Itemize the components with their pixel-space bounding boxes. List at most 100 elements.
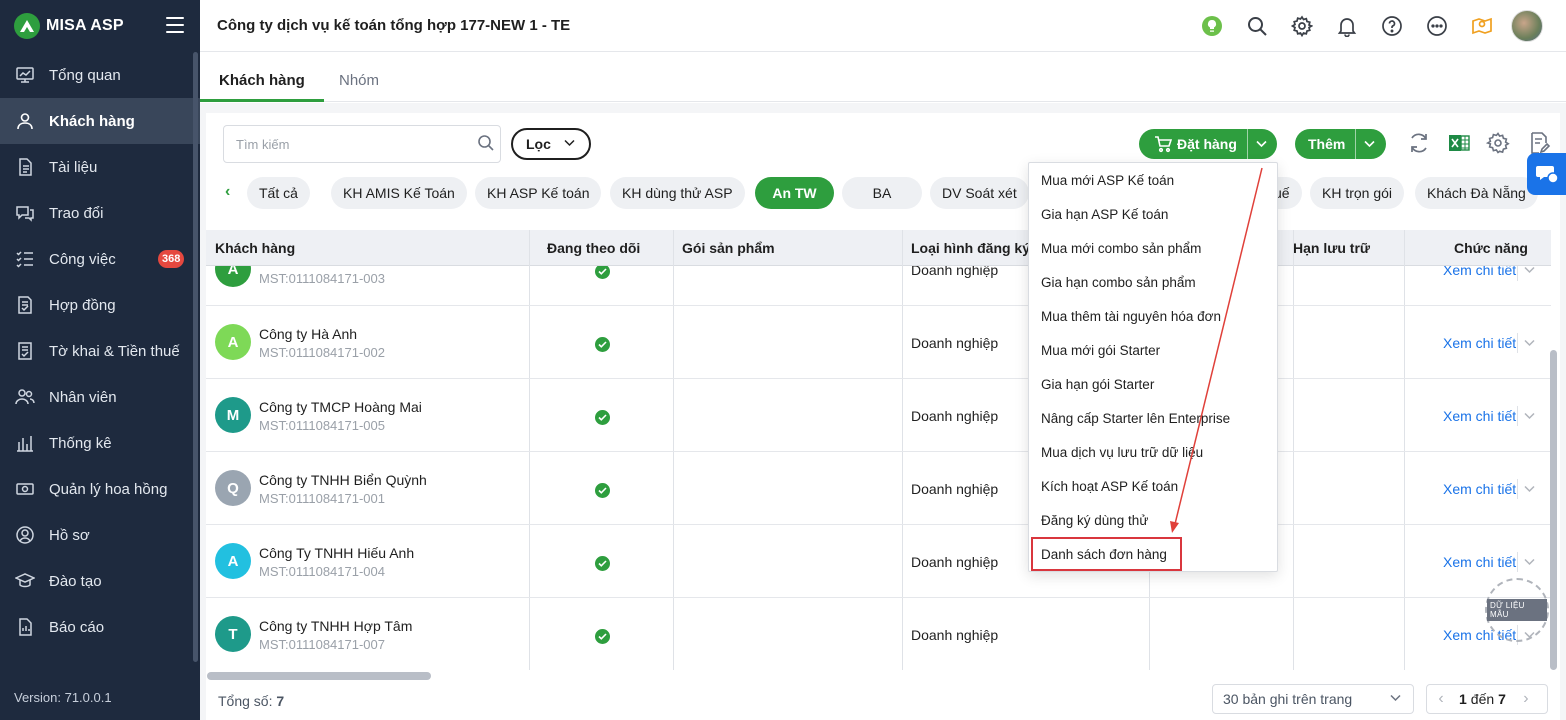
menu-toggle-icon[interactable]: [166, 17, 184, 33]
sidebar-item-nhan-vien[interactable]: Nhân viên: [0, 374, 200, 420]
table-row[interactable]: A Công ty Hà Anh MST:0111084171-002 Doan…: [206, 306, 1551, 379]
column-settings-gear-icon[interactable]: [1486, 131, 1510, 155]
chevron-down-icon[interactable]: [1524, 558, 1535, 566]
dashboard-icon: [14, 64, 36, 86]
add-button[interactable]: Thêm: [1295, 129, 1386, 159]
total-count: Tổng số: 7: [218, 693, 284, 709]
chip-kh-amis[interactable]: KH AMIS Kế Toán: [331, 177, 467, 209]
registration-type: Doanh nghiệp: [911, 554, 999, 570]
chip-dv-soat-xet[interactable]: DV Soát xét: [930, 177, 1029, 209]
menu-item-nang-cap-starter[interactable]: Nâng cấp Starter lên Enterprise: [1041, 411, 1230, 426]
menu-item-mua-moi-asp[interactable]: Mua mới ASP Kế toán: [1041, 173, 1174, 188]
vertical-scrollbar[interactable]: [1550, 350, 1557, 670]
sidebar-item-label: Nhân viên: [49, 388, 117, 406]
menu-item-mua-moi-combo[interactable]: Mua mới combo sản phẩm: [1041, 241, 1201, 256]
view-detail-link[interactable]: Xem chi tiết: [1443, 266, 1516, 278]
tax-form-icon: [14, 340, 36, 362]
table-row[interactable]: A MST:0111084171-003 Doanh nghiệp Xem ch…: [206, 266, 1551, 306]
column-header-dang-theo-doi[interactable]: Đang theo dõi: [547, 230, 640, 266]
column-header-goi-san-pham[interactable]: Gói sản phẩm: [682, 230, 775, 266]
settings-gear-icon[interactable]: [1285, 10, 1319, 42]
app-name: MISA ASP: [46, 17, 124, 34]
next-page-icon[interactable]: ›: [1512, 690, 1540, 708]
task-count-badge: 368: [158, 250, 185, 268]
filter-label: Lọc: [526, 136, 551, 152]
horizontal-scrollbar[interactable]: [207, 672, 431, 680]
sidebar-scrollbar[interactable]: [193, 52, 198, 662]
refresh-icon[interactable]: [1407, 131, 1431, 155]
chip-kh-asp[interactable]: KH ASP Kế toán: [475, 177, 602, 209]
view-detail-link[interactable]: Xem chi tiết: [1443, 481, 1516, 497]
customer-avatar: A: [215, 543, 251, 579]
order-dropdown-chevron-icon[interactable]: [1256, 140, 1267, 148]
registration-type: Doanh nghiệp: [911, 266, 999, 278]
chevron-down-icon[interactable]: [1524, 412, 1535, 420]
menu-item-gia-han-combo[interactable]: Gia hạn combo sản phẩm: [1041, 275, 1196, 290]
menu-item-dang-ky-dung-thu[interactable]: Đăng ký dùng thử: [1041, 513, 1148, 528]
sidebar-item-tong-quan[interactable]: Tổng quan: [0, 52, 200, 98]
order-button[interactable]: Đặt hàng: [1139, 129, 1277, 159]
more-options-icon[interactable]: [1420, 10, 1454, 42]
sidebar-item-bao-cao[interactable]: Báo cáo: [0, 604, 200, 650]
table-row[interactable]: T Công ty TNHH Hợp Tâm MST:0111084171-00…: [206, 598, 1551, 671]
sidebar-item-to-khai[interactable]: Tờ khai & Tiền thuế: [0, 328, 200, 374]
support-chat-button[interactable]: [1527, 153, 1566, 195]
search-icon[interactable]: [1240, 10, 1274, 42]
menu-item-gia-han-starter[interactable]: Gia hạn gói Starter: [1041, 377, 1154, 392]
table-row[interactable]: Q Công ty TNHH Biển Quỳnh MST:0111084171…: [206, 452, 1551, 525]
profile-icon: [14, 524, 36, 546]
sidebar-item-ho-so[interactable]: Hồ sơ: [0, 512, 200, 558]
chip-tat-ca[interactable]: Tất cả: [247, 177, 310, 209]
column-header-chuc-nang[interactable]: Chức năng: [1454, 230, 1528, 266]
table-row[interactable]: A Công Ty TNHH Hiếu Anh MST:0111084171-0…: [206, 525, 1551, 598]
page-size-select[interactable]: 30 bản ghi trên trang: [1212, 684, 1414, 714]
user-avatar[interactable]: [1510, 10, 1544, 42]
column-header-han-luu-tru[interactable]: Hạn lưu trữ: [1293, 230, 1370, 266]
sidebar-item-cong-viec[interactable]: Công việc 368: [0, 236, 200, 282]
menu-item-mua-moi-starter[interactable]: Mua mới gói Starter: [1041, 343, 1160, 358]
sidebar-item-thong-ke[interactable]: Thống kê: [0, 420, 200, 466]
table-row[interactable]: M Công ty TMCP Hoàng Mai MST:0111084171-…: [206, 379, 1551, 452]
chevron-down-icon[interactable]: [1524, 485, 1535, 493]
search-icon[interactable]: [477, 134, 495, 152]
tab-khach-hang[interactable]: Khách hàng: [200, 52, 324, 102]
view-detail-link[interactable]: Xem chi tiết: [1443, 335, 1516, 351]
sidebar-item-hoa-hong[interactable]: Quản lý hoa hồng: [0, 466, 200, 512]
column-header-loai-hinh[interactable]: Loại hình đăng ký: [911, 230, 1030, 266]
chip-kh-tron-goi[interactable]: KH trọn gói: [1310, 177, 1405, 209]
view-detail-link[interactable]: Xem chi tiết: [1443, 408, 1516, 424]
view-detail-link[interactable]: Xem chi tiết: [1443, 554, 1516, 570]
chips-scroll-left-icon[interactable]: ‹: [225, 183, 230, 201]
menu-item-kich-hoat-asp[interactable]: Kích hoạt ASP Kế toán: [1041, 479, 1178, 494]
menu-item-mua-them-hoa-don[interactable]: Mua thêm tài nguyên hóa đơn: [1041, 309, 1221, 324]
filter-button[interactable]: Lọc: [511, 128, 591, 160]
notification-bell-icon[interactable]: [1330, 10, 1364, 42]
menu-item-gia-han-asp[interactable]: Gia hạn ASP Kế toán: [1041, 207, 1168, 222]
sidebar-item-hop-dong[interactable]: Hợp đồng: [0, 282, 200, 328]
menu-item-luu-tru-du-lieu[interactable]: Mua dịch vụ lưu trữ dữ liệu: [1041, 445, 1203, 460]
tracking-check-icon: [595, 337, 610, 352]
chevron-down-icon[interactable]: [1524, 339, 1535, 347]
chip-ba[interactable]: BA: [842, 177, 922, 209]
help-question-icon[interactable]: [1375, 10, 1409, 42]
sample-data-label: DỮ LIỆU MẪU: [1487, 599, 1547, 621]
sidebar-item-khach-hang[interactable]: Khách hàng: [0, 98, 200, 144]
page-tabs: Khách hàng Nhóm: [200, 52, 1566, 102]
chip-kh-dung-thu[interactable]: KH dùng thử ASP: [610, 177, 745, 209]
sidebar-item-dao-tao[interactable]: Đào tạo: [0, 558, 200, 604]
column-header-khach-hang[interactable]: Khách hàng: [215, 230, 295, 266]
edit-list-icon[interactable]: [1527, 131, 1551, 155]
chip-an-tw[interactable]: An TW: [755, 177, 834, 209]
chip-khach-da-nang[interactable]: Khách Đà Nẵng: [1415, 177, 1538, 209]
guide-map-icon[interactable]: [1465, 10, 1499, 42]
chevron-down-icon[interactable]: [1524, 266, 1535, 274]
search-input[interactable]: Tìm kiếm: [223, 125, 501, 163]
prev-page-icon[interactable]: ‹: [1427, 690, 1455, 708]
tab-nhom[interactable]: Nhóm: [339, 52, 379, 102]
sidebar-item-trao-doi[interactable]: Trao đổi: [0, 190, 200, 236]
excel-export-icon[interactable]: [1447, 131, 1471, 155]
idea-bulb-icon[interactable]: [1195, 10, 1229, 42]
add-dropdown-chevron-icon[interactable]: [1364, 140, 1375, 148]
chat-icon: [14, 202, 36, 224]
sidebar-item-tai-lieu[interactable]: Tài liệu: [0, 144, 200, 190]
